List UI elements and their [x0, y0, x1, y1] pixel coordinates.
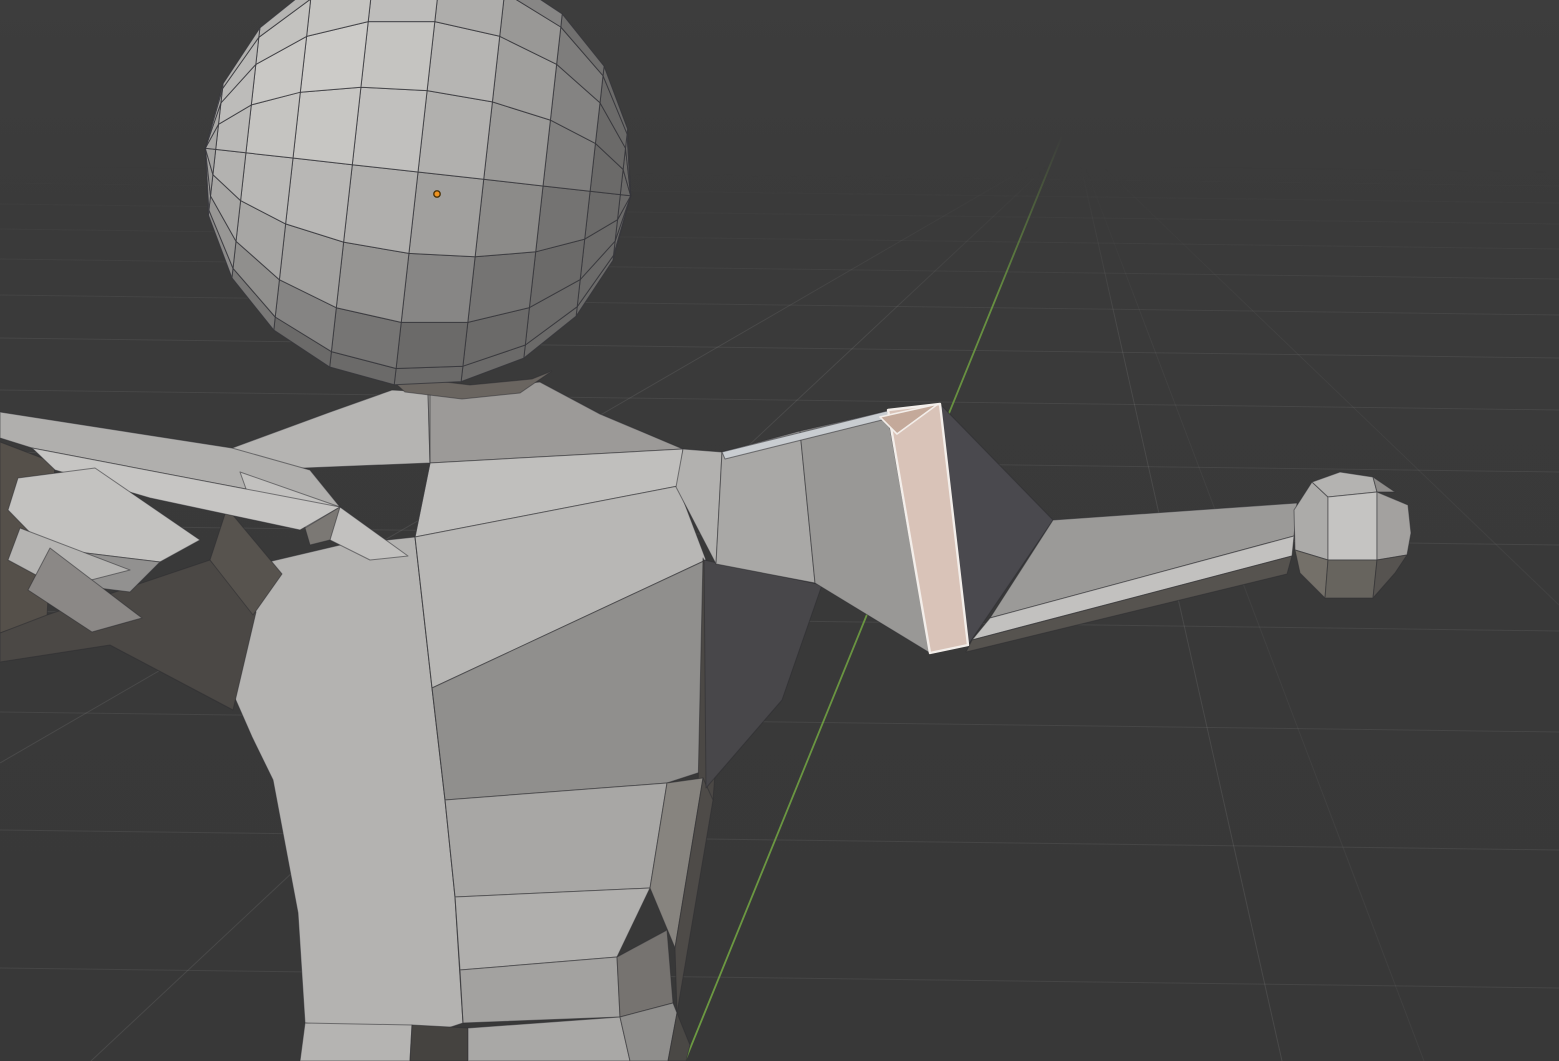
leg-gap-dark[interactable]: [410, 1025, 468, 1061]
blender-3d-viewport[interactable]: [0, 0, 1559, 1061]
head-facet: [293, 87, 361, 165]
torso-band-4[interactable]: [445, 783, 667, 897]
head-facet: [368, 0, 440, 22]
leg-left[interactable]: [300, 1023, 412, 1061]
object-origin-dot[interactable]: [434, 191, 440, 197]
head-facet: [475, 179, 543, 256]
head-facet: [361, 22, 435, 91]
head-facet: [336, 242, 409, 322]
fist-center-bright[interactable]: [1328, 492, 1377, 560]
fist-bottom-center[interactable]: [1325, 560, 1377, 598]
head-facet: [394, 366, 463, 385]
head-facet: [396, 322, 468, 368]
head-facet: [352, 87, 427, 172]
head-facet: [418, 91, 492, 180]
head-facet: [409, 172, 484, 257]
head-facet: [344, 165, 418, 254]
viewport-canvas[interactable]: [0, 0, 1559, 1061]
head-facet: [401, 253, 475, 322]
